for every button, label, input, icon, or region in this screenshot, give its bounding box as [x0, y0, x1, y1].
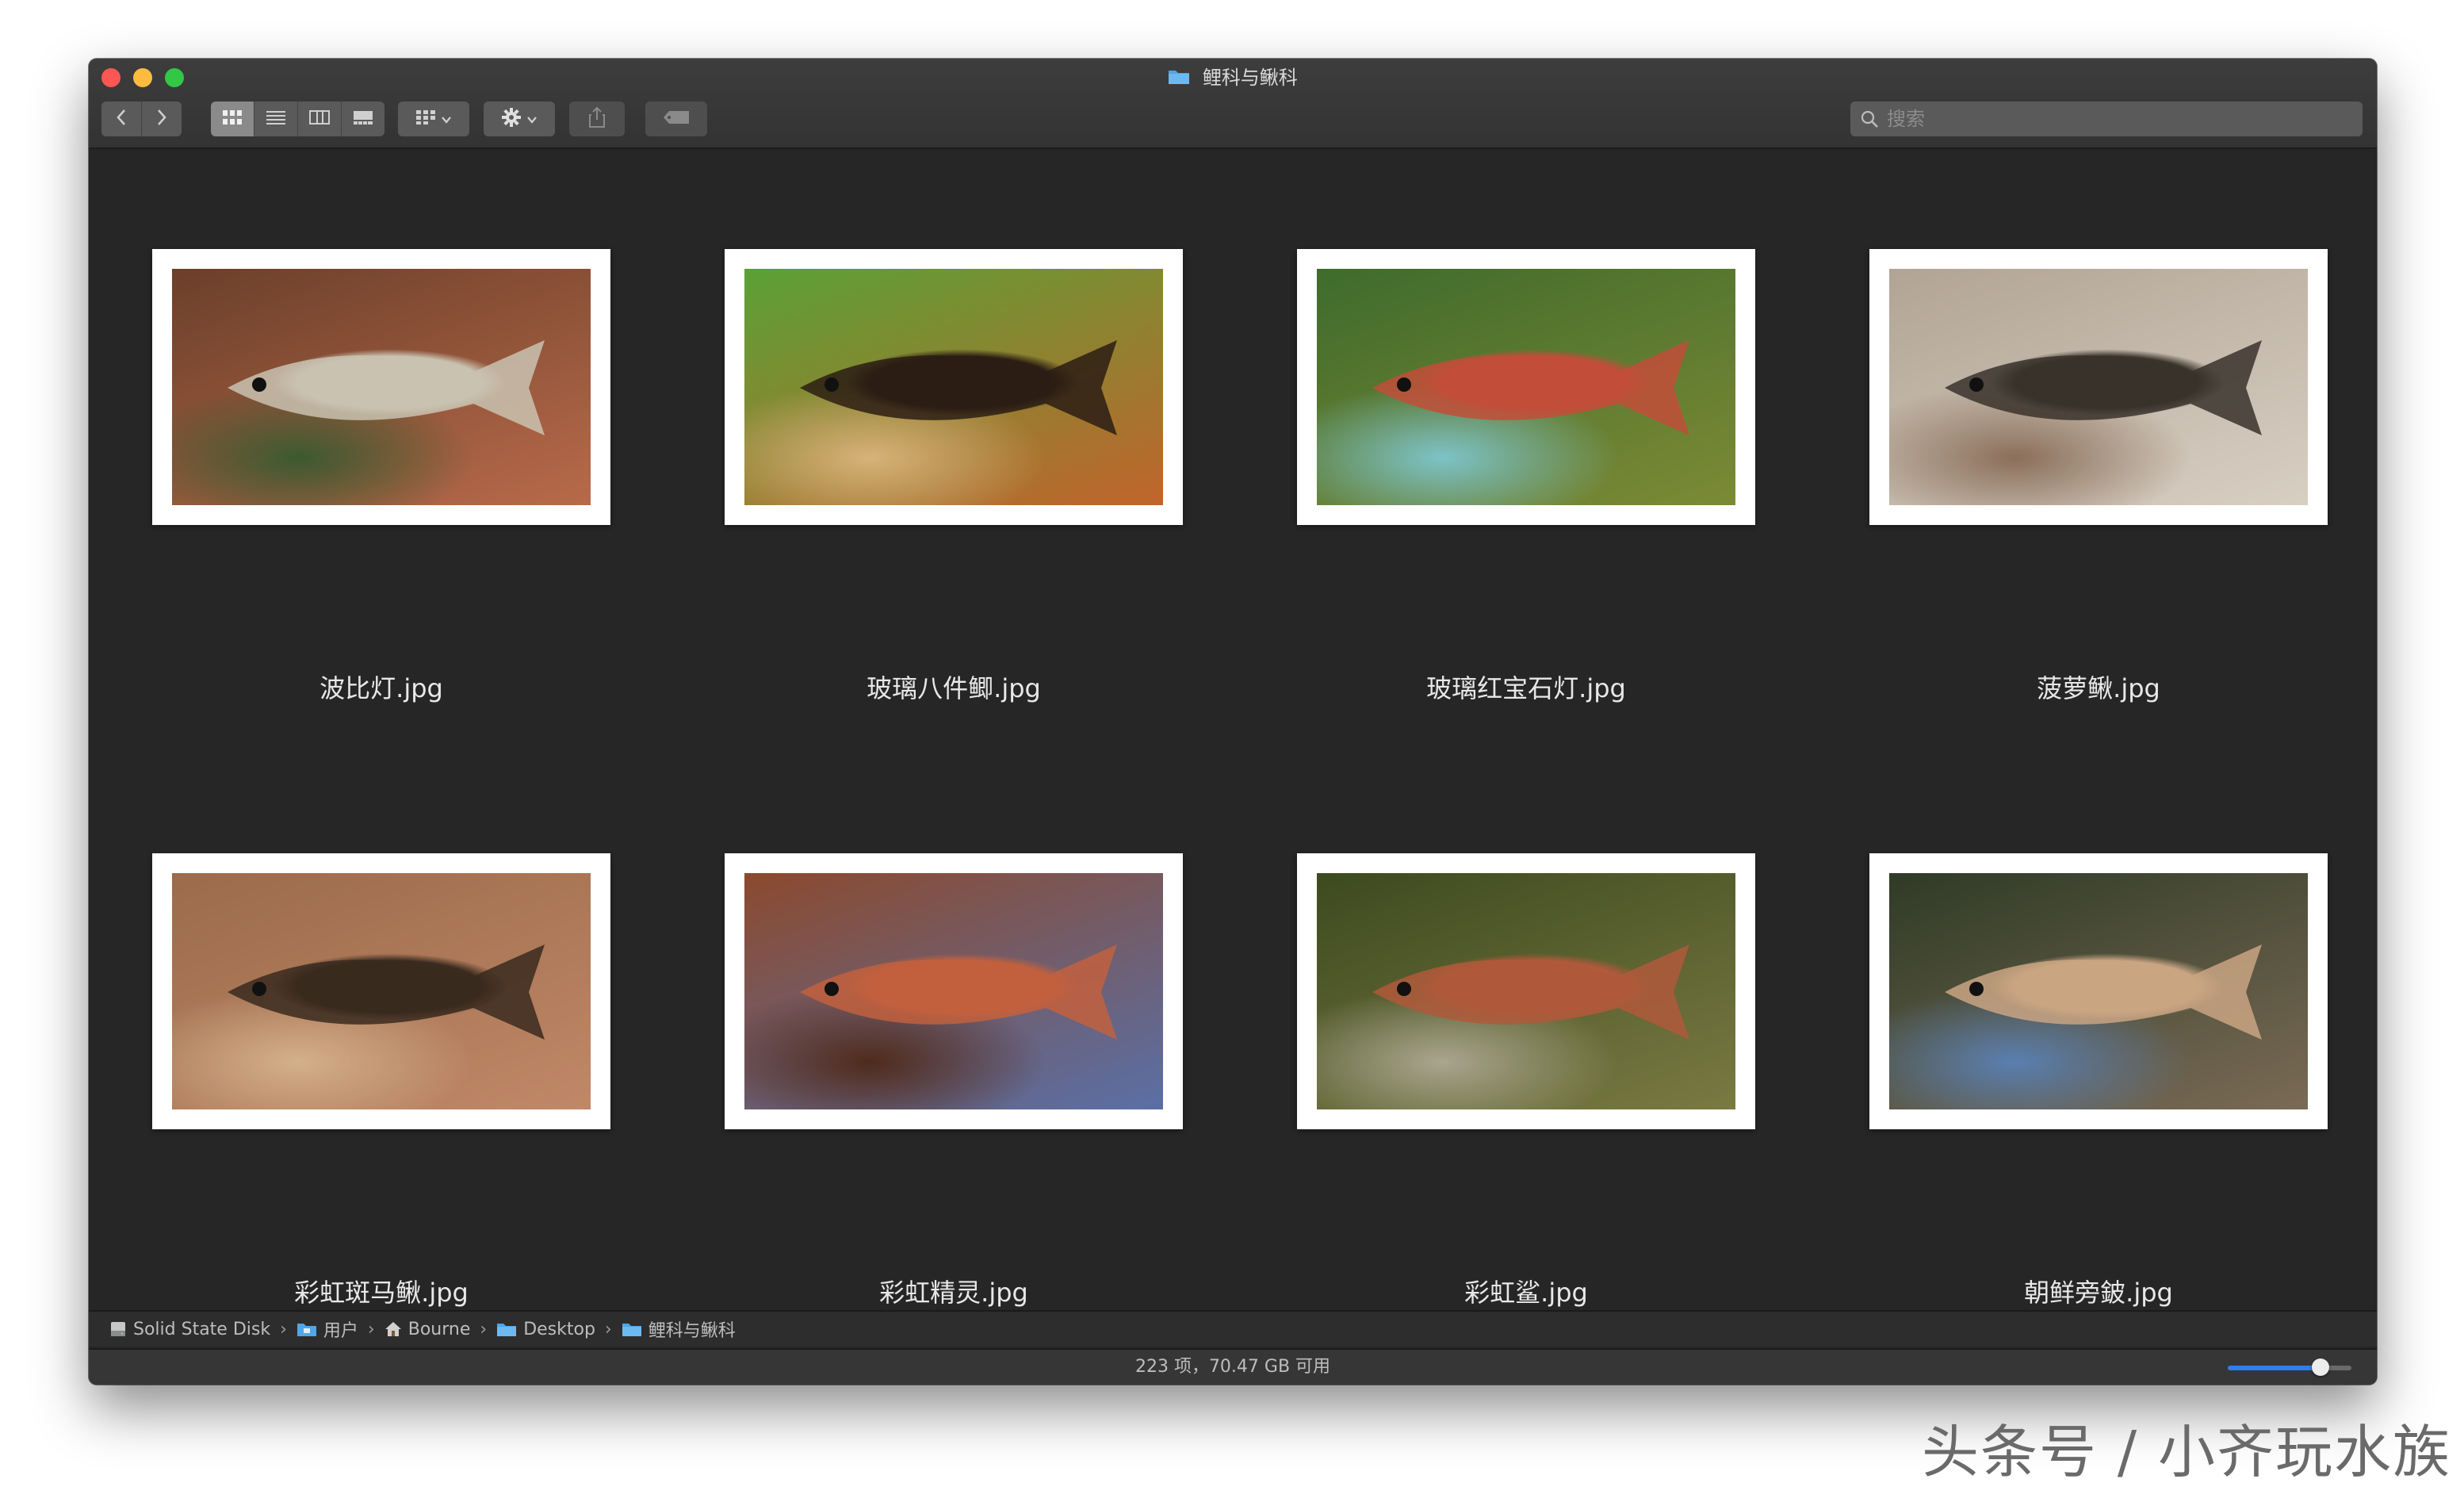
- chevron-right-icon: [155, 108, 168, 130]
- fish-photo: [744, 873, 1163, 1109]
- file-name: 彩虹斑马鳅.jpg: [294, 1278, 469, 1308]
- finder-window: 鲤科与鳅科 搜索 波比灯.jpg 玻璃八件鲫.jpg 玻璃红宝石灯.jpg 菠萝…: [89, 59, 2377, 1385]
- gallery-view-button[interactable]: [342, 102, 385, 136]
- crumb-label: Desktop: [523, 1319, 595, 1339]
- column-view-icon: [309, 109, 330, 128]
- file-name: 玻璃八件鲫.jpg: [867, 673, 1041, 703]
- search-field[interactable]: [1850, 102, 2363, 136]
- file-name: 彩虹精灵.jpg: [879, 1278, 1028, 1308]
- gear-icon: [501, 107, 522, 131]
- fish-photo: [1317, 873, 1735, 1109]
- path-crumb-desktop[interactable]: Desktop: [496, 1320, 595, 1339]
- path-bar: Solid State Disk › 用户 › Bourne › Desktop…: [89, 1310, 2377, 1347]
- crumb-label: Bourne: [407, 1319, 471, 1339]
- status-bar: 223 项，70.47 GB 可用: [89, 1348, 2377, 1385]
- back-button[interactable]: [101, 102, 142, 136]
- window-title: 鲤科与鳅科: [1202, 67, 1298, 89]
- grid-group-icon: [415, 109, 436, 128]
- home-icon: [385, 1322, 401, 1336]
- share-icon: [587, 106, 606, 132]
- folder-icon: [497, 1324, 517, 1336]
- fish-silhouette: [1372, 944, 1689, 1040]
- action-button[interactable]: [484, 102, 555, 136]
- fish-photo: [1889, 873, 2308, 1109]
- path-crumb-home[interactable]: Bourne: [385, 1319, 471, 1339]
- gallery-view-icon: [353, 109, 373, 128]
- file-thumbnail[interactable]: [152, 853, 610, 1129]
- window-title-group: 鲤科与鳅科: [89, 63, 2377, 93]
- view-mode-segment: [211, 102, 385, 136]
- group-button[interactable]: [398, 102, 469, 136]
- file-icon-grid: 波比灯.jpg 玻璃八件鲫.jpg 玻璃红宝石灯.jpg 菠萝鳅.jpg 彩虹斑马鳅.j…: [89, 149, 2377, 1315]
- file-thumbnail[interactable]: [1869, 249, 2328, 525]
- crumb-separator: ›: [280, 1319, 287, 1339]
- forward-button[interactable]: [142, 102, 182, 136]
- file-thumbnail[interactable]: [1297, 249, 1755, 525]
- file-thumbnail[interactable]: [152, 249, 610, 525]
- search-icon: [1860, 109, 1879, 128]
- fish-silhouette: [1945, 340, 2262, 435]
- fish-silhouette: [800, 944, 1117, 1040]
- title-bar: 鲤科与鳅科: [89, 59, 2377, 149]
- fish-silhouette: [1372, 340, 1689, 435]
- status-text: 223 项，70.47 GB 可用: [1134, 1357, 1331, 1377]
- slider-fill: [2228, 1366, 2321, 1370]
- folder-icon: [1168, 64, 1190, 93]
- file-name: 玻璃红宝石灯.jpg: [1426, 673, 1626, 703]
- navigation-segment: [101, 102, 182, 136]
- fish-silhouette: [228, 944, 545, 1040]
- icon-view-button[interactable]: [211, 102, 254, 136]
- file-name: 波比灯.jpg: [319, 673, 443, 703]
- column-view-button[interactable]: [298, 102, 342, 136]
- fish-photo: [1317, 269, 1735, 505]
- search-input[interactable]: [1885, 107, 2332, 131]
- folder-icon: [622, 1324, 641, 1336]
- path-crumb-current-folder[interactable]: 鲤科与鳅科: [622, 1316, 736, 1342]
- crumb-label: Solid State Disk: [133, 1319, 271, 1339]
- disk-icon: [111, 1322, 125, 1336]
- tag-icon: [663, 110, 690, 128]
- path-crumb-users[interactable]: 用户: [297, 1316, 358, 1342]
- chevron-down-icon: [441, 112, 452, 127]
- path-crumb-disk[interactable]: Solid State Disk: [109, 1320, 270, 1339]
- crumb-label: 用户: [323, 1321, 358, 1341]
- fish-silhouette: [228, 340, 545, 435]
- crumb-separator: ›: [604, 1319, 612, 1339]
- watermark-text: 头条号 / 小齐玩水族: [1922, 1419, 2452, 1485]
- chevron-left-icon: [115, 108, 128, 130]
- file-name: 朝鲜旁鈹.jpg: [2024, 1278, 2173, 1308]
- fish-photo: [172, 269, 591, 505]
- file-thumbnail[interactable]: [1297, 853, 1755, 1129]
- fish-photo: [172, 873, 591, 1109]
- share-button[interactable]: [569, 102, 625, 136]
- icon-size-slider[interactable]: [2228, 1358, 2351, 1376]
- fish-silhouette: [800, 340, 1117, 435]
- list-view-icon: [266, 109, 286, 128]
- list-view-button[interactable]: [254, 102, 298, 136]
- file-thumbnail[interactable]: [1869, 853, 2328, 1129]
- tag-button[interactable]: [645, 102, 707, 136]
- file-name: 彩虹鲨.jpg: [1464, 1278, 1588, 1308]
- fish-photo: [1889, 269, 2308, 505]
- icon-view-icon: [222, 109, 243, 128]
- fish-photo: [744, 269, 1163, 505]
- crumb-label: 鲤科与鳅科: [648, 1321, 736, 1341]
- slider-knob[interactable]: [2312, 1358, 2329, 1376]
- crumb-separator: ›: [367, 1319, 375, 1339]
- crumb-separator: ›: [480, 1319, 488, 1339]
- chevron-down-icon: [526, 112, 538, 127]
- file-thumbnail[interactable]: [725, 249, 1183, 525]
- fish-silhouette: [1945, 944, 2262, 1040]
- users-folder-icon: [297, 1324, 316, 1336]
- file-thumbnail[interactable]: [725, 853, 1183, 1129]
- file-name: 菠萝鳅.jpg: [2037, 673, 2160, 703]
